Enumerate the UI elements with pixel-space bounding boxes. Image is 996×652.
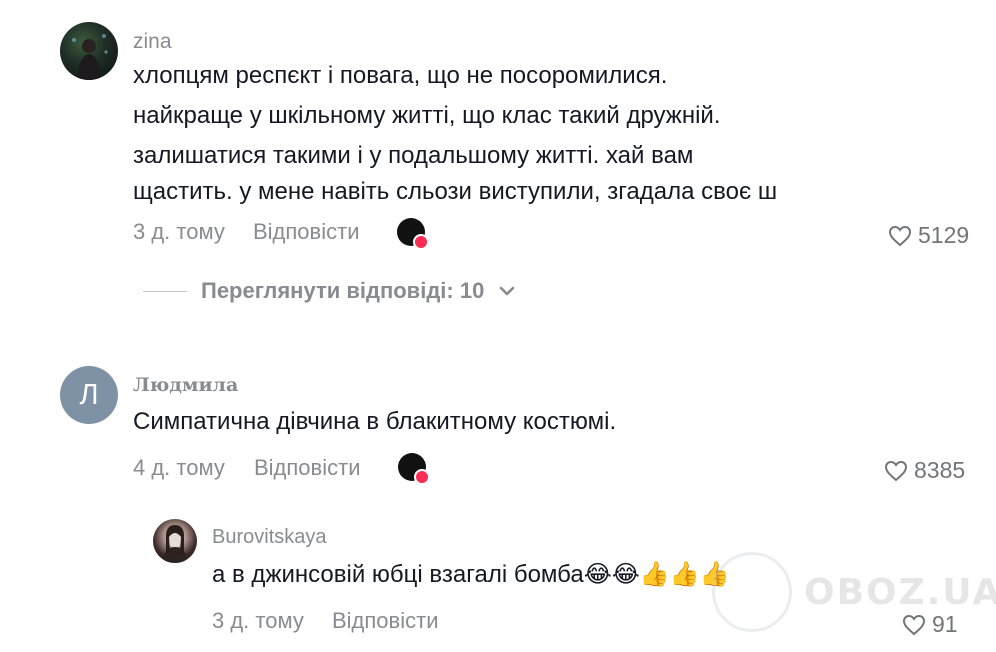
avatar[interactable]	[153, 519, 197, 563]
chevron-down-icon	[500, 286, 515, 296]
watermark-circle-icon	[712, 552, 792, 632]
like-count: 8385	[914, 457, 966, 483]
comment-text-line: щастить. у мене навіть сльози виступили,…	[133, 178, 778, 205]
view-replies-divider	[143, 290, 187, 292]
reply-button[interactable]: Відповісти	[253, 219, 360, 245]
comment-timestamp: 3 д. тому	[212, 608, 304, 633]
avatar[interactable]: Л	[60, 366, 118, 424]
watermark-logo: OBOZ.UA	[712, 552, 996, 632]
avatar-photo-icon	[163, 525, 187, 563]
comment-text-line: Симпатична дівчина в блакитному костюмі.	[133, 408, 617, 435]
like-button[interactable]: 5129	[888, 222, 969, 249]
comment-timestamp: 3 д. тому	[133, 219, 225, 244]
like-count: 5129	[918, 222, 970, 248]
like-button[interactable]: 8385	[884, 457, 965, 484]
watermark-text: OBOZ.UA	[804, 571, 996, 613]
heart-icon	[888, 225, 912, 246]
heart-icon	[884, 460, 908, 481]
avatar[interactable]	[60, 22, 118, 80]
comment-username[interactable]: Burovitskaya	[212, 526, 327, 549]
comment-text-line: а в джинсовій юбці взагалі бомба😂😂👍👍👍	[212, 561, 730, 588]
view-replies-label: Переглянути відповіді: 10	[201, 278, 485, 303]
comment-username[interactable]: zina	[133, 30, 172, 54]
comment-text-line: хлопцям респєкт і повага, що не посороми…	[133, 62, 668, 89]
view-replies-button[interactable]: Переглянути відповіді: 10	[143, 278, 516, 304]
reply-button[interactable]: Відповісти	[254, 455, 361, 481]
comment-text-line: залишатися такими і у подальшому житті. …	[133, 142, 694, 169]
avatar-photo-icon	[72, 34, 108, 80]
creator-liked-icon	[397, 218, 429, 250]
comment-timestamp: 4 д. тому	[133, 455, 225, 480]
comment-text-line: найкраще у шкільному житті, що клас таки…	[133, 102, 721, 129]
reply-button[interactable]: Відповісти	[332, 608, 439, 634]
creator-liked-icon	[398, 453, 430, 485]
comment-username[interactable]: Людмила	[133, 374, 238, 396]
